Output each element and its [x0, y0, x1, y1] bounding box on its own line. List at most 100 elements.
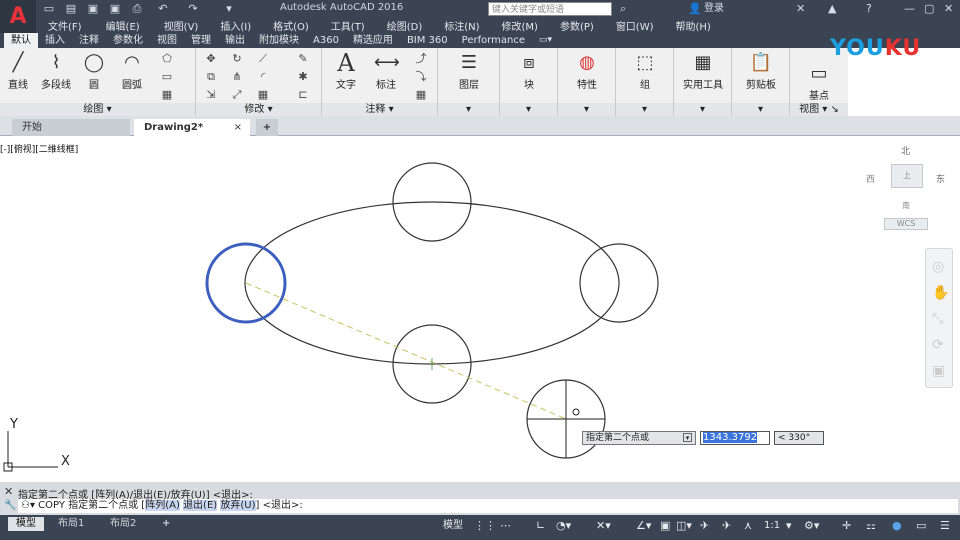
fillet-icon[interactable]: ◜ — [256, 70, 270, 84]
option-exit[interactable]: 退出(E) — [183, 500, 218, 511]
zoom-extents-icon[interactable]: ⤡ — [932, 311, 943, 327]
menu-parametric[interactable]: 参数(P) — [560, 18, 594, 33]
option-undo[interactable]: 放弃(U) — [220, 500, 256, 511]
new-file-icon[interactable]: ▭ — [42, 2, 56, 16]
group-button[interactable]: ⬚ 组 — [627, 51, 663, 91]
open-file-icon[interactable]: ▤ — [64, 2, 78, 16]
polygon-icon[interactable]: ⬠ — [160, 52, 174, 66]
layers-panel-dropdown[interactable]: ▾ — [438, 103, 499, 116]
large-ellipse[interactable] — [244, 201, 620, 365]
customization-menu-icon[interactable]: ☰ — [940, 519, 950, 533]
model-space-button[interactable]: 模型 — [443, 519, 463, 533]
block-panel-dropdown[interactable]: ▾ — [500, 103, 557, 116]
menu-dimension[interactable]: 标注(N) — [444, 18, 479, 33]
leader-icon[interactable]: ⤴ — [414, 52, 428, 66]
arc-button[interactable]: ◠ 圆弧 — [114, 51, 150, 91]
close-tab-icon[interactable]: × — [234, 119, 242, 136]
copy-icon[interactable]: ⧉ — [204, 70, 218, 84]
annotation-visibility-icon[interactable]: ✈ — [700, 519, 709, 533]
options-dropdown-icon[interactable]: ▾ — [683, 433, 692, 442]
stretch-icon[interactable]: ⇲ — [204, 88, 218, 102]
close-icon[interactable]: ✕ — [944, 2, 953, 16]
menu-edit[interactable]: 编辑(E) — [106, 18, 140, 33]
osnap-icon[interactable]: ✕▾ — [596, 519, 611, 533]
layers-button[interactable]: ☰ 图层 — [451, 51, 487, 91]
erase-icon[interactable]: ✎ — [296, 52, 310, 66]
showmotion-icon[interactable]: ▣ — [932, 363, 945, 379]
properties-panel-dropdown[interactable]: ▾ — [558, 103, 615, 116]
scale-icon[interactable]: ⤢ — [230, 88, 244, 102]
customize-command-icon[interactable]: 🔧 — [4, 500, 16, 511]
viewcube-west[interactable]: 西 — [866, 172, 875, 185]
save-as-icon[interactable]: ▣ — [108, 2, 122, 16]
clipboard-button[interactable]: 📋 剪贴板 — [738, 51, 784, 91]
application-menu-button[interactable]: A — [0, 0, 36, 33]
print-icon[interactable]: ⎙ — [130, 2, 144, 16]
viewcube-east[interactable]: 东 — [936, 172, 945, 185]
menu-file[interactable]: 文件(F) — [48, 18, 82, 33]
annotation-panel-title[interactable]: 注释 ▾ — [322, 103, 437, 116]
orbit-icon[interactable]: ⟳ — [932, 337, 944, 353]
ortho-icon[interactable]: ∟ — [536, 519, 545, 533]
block-button[interactable]: ⧈ 块 — [511, 51, 547, 91]
clipboard-panel-dropdown[interactable]: ▾ — [732, 103, 789, 116]
redo-icon[interactable]: ↷ — [186, 2, 200, 16]
menu-draw[interactable]: 绘图(D) — [387, 18, 423, 33]
tab-layout2[interactable]: 布局2 — [102, 517, 144, 531]
snap-icon[interactable]: ⋯ — [500, 519, 511, 533]
viewcube-south[interactable]: 南 — [902, 200, 910, 211]
polar-icon[interactable]: ◔▾ — [556, 519, 571, 533]
hatch-icon[interactable]: ▦ — [160, 88, 174, 102]
auto-scale-icon[interactable]: ✈ — [722, 519, 731, 533]
grid-icon[interactable]: ⋮⋮ — [474, 519, 496, 533]
user-icon[interactable]: 👤 — [688, 2, 702, 16]
isolate-objects-icon[interactable]: ● — [892, 519, 902, 533]
tab-view[interactable]: 视图 — [150, 33, 184, 48]
tab-featured-apps[interactable]: 精选应用 — [346, 33, 400, 48]
tab-model[interactable]: 模型 — [8, 517, 44, 531]
tab-start[interactable]: 开始 — [12, 119, 130, 136]
annotation-monitor-icon[interactable]: ◫▾ — [676, 519, 692, 533]
selection-cycling-icon[interactable]: ▣ — [660, 519, 670, 533]
properties-button[interactable]: ◍ 特性 — [569, 51, 605, 91]
distance-input[interactable]: 1343.3792 — [700, 431, 770, 445]
login-label[interactable]: 登录 — [704, 2, 724, 16]
rectangle-icon[interactable]: ▭ — [160, 70, 174, 84]
draw-panel-title[interactable]: 绘图 ▾ — [0, 103, 195, 116]
circle-button[interactable]: ◯ 圆 — [76, 51, 112, 91]
line-button[interactable]: ╱ 直线 — [0, 51, 36, 91]
quick-properties-icon[interactable]: ⚏ — [866, 519, 876, 533]
tab-drawing2[interactable]: Drawing2* × — [134, 119, 250, 136]
groups-panel-dropdown[interactable]: ▾ — [616, 103, 673, 116]
viewcube-north[interactable]: 北 — [901, 144, 910, 157]
tab-layout1[interactable]: 布局1 — [50, 517, 92, 531]
menu-modify[interactable]: 修改(M) — [502, 18, 538, 33]
help-icon[interactable]: ? — [866, 2, 872, 16]
search-input[interactable]: 键入关键字或短语 — [488, 2, 612, 16]
multileader-icon[interactable]: ⤵ — [414, 70, 428, 84]
close-command-icon[interactable]: ✕ — [4, 485, 13, 498]
explode-icon[interactable]: ✱ — [296, 70, 310, 84]
exchange-icon[interactable]: ✕ — [796, 2, 805, 16]
a360-icon[interactable]: ▲ — [828, 2, 836, 16]
command-recent-icon[interactable]: ⚇▾ — [21, 500, 38, 511]
offset-icon[interactable]: ⊏ — [296, 88, 310, 102]
menu-window[interactable]: 窗口(W) — [616, 18, 654, 33]
minimize-icon[interactable]: — — [904, 2, 915, 16]
undo-icon[interactable]: ↶ — [156, 2, 170, 16]
text-button[interactable]: A 文字 — [328, 51, 364, 91]
view-panel-title[interactable]: 视图 ▾ ↘ — [790, 103, 848, 116]
angle-input[interactable]: < 330° — [774, 431, 824, 445]
customize-icon[interactable]: ▾ — [222, 2, 236, 16]
menu-tools[interactable]: 工具(T) — [331, 18, 365, 33]
option-array[interactable]: 阵列(A) — [145, 500, 180, 511]
trim-icon[interactable]: ⟋ — [256, 52, 270, 66]
command-line-input[interactable]: ⚇▾ COPY 指定第二个点或 [阵列(A) 退出(E) 放弃(U)] <退出>… — [18, 499, 958, 513]
steering-wheel-icon[interactable]: ◎ — [932, 259, 944, 275]
add-icon[interactable]: ✛ — [842, 519, 851, 533]
tab-performance[interactable]: Performance — [455, 33, 532, 48]
new-tab-button[interactable]: + — [256, 119, 278, 136]
rotate-icon[interactable]: ↻ — [230, 52, 244, 66]
menu-format[interactable]: 格式(O) — [273, 18, 309, 33]
tab-output[interactable]: 输出 — [218, 33, 252, 48]
